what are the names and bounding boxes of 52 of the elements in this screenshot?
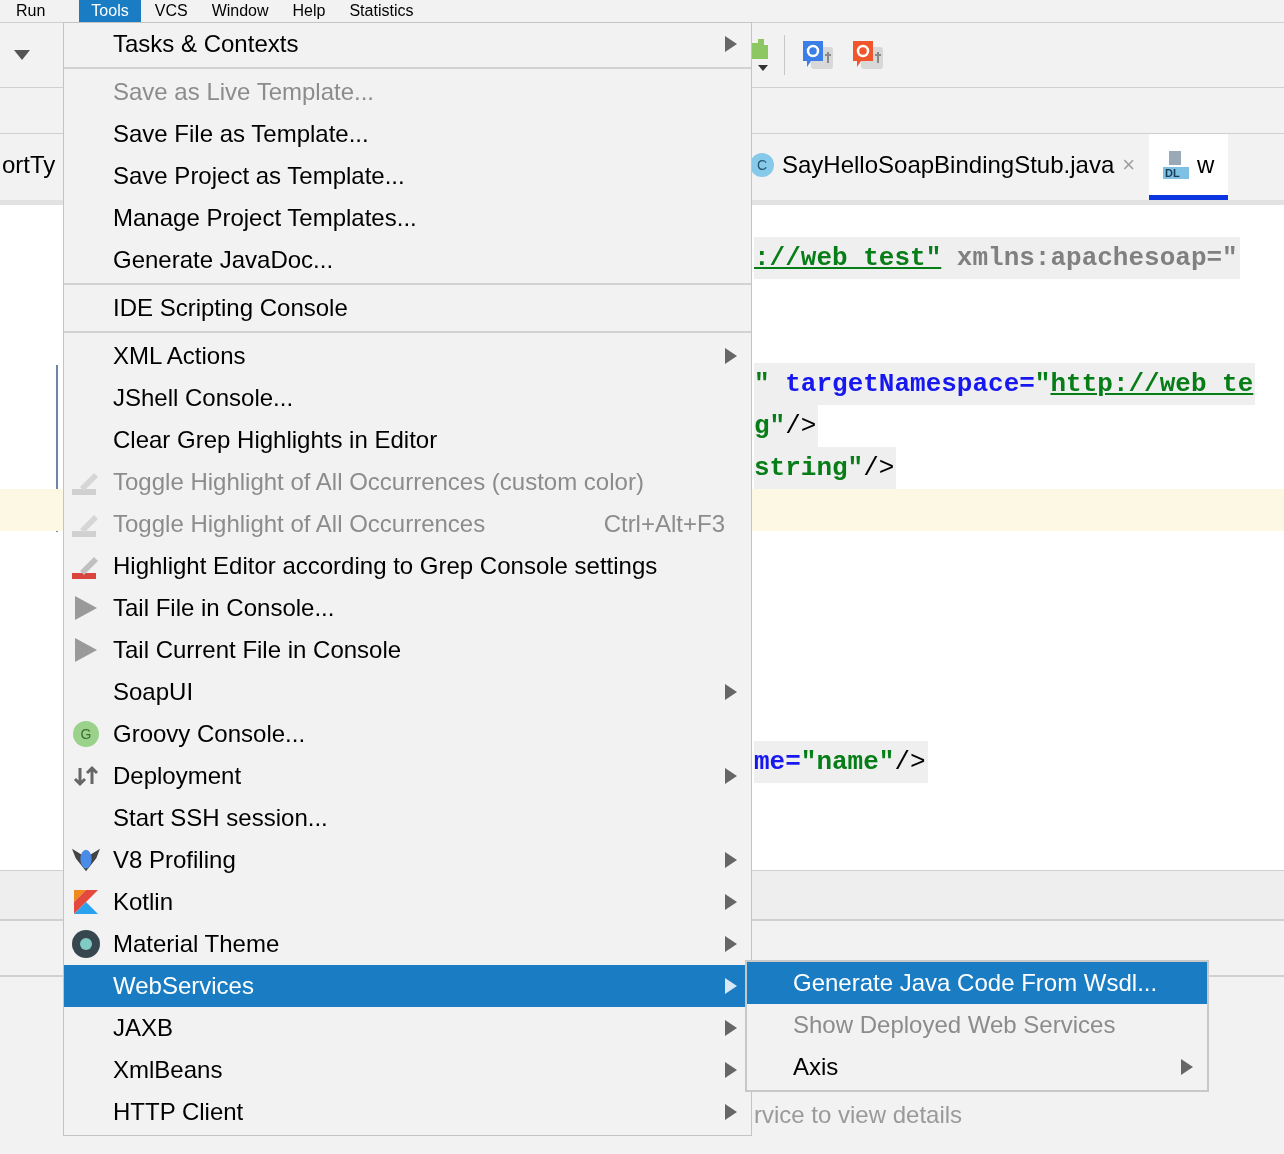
editor-tab[interactable]: DL w [1149, 134, 1229, 200]
menu-item[interactable]: Save File as Template... [64, 113, 751, 155]
ring-icon [72, 930, 100, 958]
menu-item[interactable]: Save Project as Template... [64, 155, 751, 197]
submenu-arrow-icon [725, 768, 737, 784]
submenu-arrow-icon [725, 36, 737, 52]
play-icon [75, 596, 97, 620]
menu-item[interactable]: Manage Project Templates... [64, 197, 751, 239]
submenu-arrow-icon [725, 1062, 737, 1078]
dropdown-caret-icon[interactable] [14, 50, 30, 60]
menu-item[interactable]: Clear Grep Highlights in Editor [64, 419, 751, 461]
submenu-arrow-icon [725, 894, 737, 910]
play-icon [75, 638, 97, 662]
menu-item[interactable]: Generate Java Code From Wsdl... [747, 962, 1207, 1004]
menu-item[interactable]: SoapUI [64, 671, 751, 713]
menu-item[interactable]: XML Actions [64, 335, 751, 377]
submenu-arrow-icon [725, 852, 737, 868]
submenu-arrow-icon [725, 1020, 737, 1036]
groovy-icon: G [73, 721, 99, 747]
submenu-arrow-icon [725, 936, 737, 952]
menu-item[interactable]: IDE Scripting Console [64, 287, 751, 329]
menu-item[interactable]: JShell Console... [64, 377, 751, 419]
submenu-arrow-icon [725, 1104, 737, 1120]
menu-item[interactable]: V8 Profiling [64, 839, 751, 881]
class-icon: C [750, 152, 774, 177]
submenu-arrow-icon [725, 348, 737, 364]
kotlin-icon [74, 890, 98, 914]
translate-icon[interactable] [801, 39, 835, 71]
menu-item[interactable]: Generate JavaDoc... [64, 239, 751, 281]
menu-item[interactable]: Tasks & Contexts [64, 23, 751, 65]
panel-hint: rvice to view details [754, 1101, 964, 1129]
menu-bar-item[interactable]: Tools [79, 0, 141, 22]
translate-icon[interactable] [851, 39, 885, 71]
submenu-arrow-icon [1181, 1059, 1193, 1075]
menu-item[interactable]: HTTP Client [64, 1091, 751, 1133]
menu-bar-item[interactable]: Help [280, 0, 338, 22]
menu-item[interactable]: Highlight Editor according to Grep Console settings [64, 545, 751, 587]
menu-bar-item[interactable]: Run [4, 0, 58, 22]
wsdl-file-icon: DL [1163, 150, 1190, 179]
menu-bar-item[interactable]: VCS [142, 0, 200, 22]
submenu-arrow-icon [725, 684, 737, 700]
menu-item[interactable]: Deployment [64, 755, 751, 797]
menu-item[interactable]: Tail File in Console... [64, 587, 751, 629]
menu-bar-item[interactable]: Statistics [337, 0, 426, 22]
menu-item[interactable]: Tail Current File in Console [64, 629, 751, 671]
menu-item[interactable]: G Groovy Console... [64, 713, 751, 755]
bat-icon [72, 846, 100, 874]
submenu-arrow-icon [725, 978, 737, 994]
menu-item[interactable]: Start SSH session... [64, 797, 751, 839]
up-down-arrows-icon [73, 764, 99, 788]
menu-item[interactable]: Material Theme [64, 923, 751, 965]
menu-bar-item[interactable]: Window [199, 0, 281, 22]
